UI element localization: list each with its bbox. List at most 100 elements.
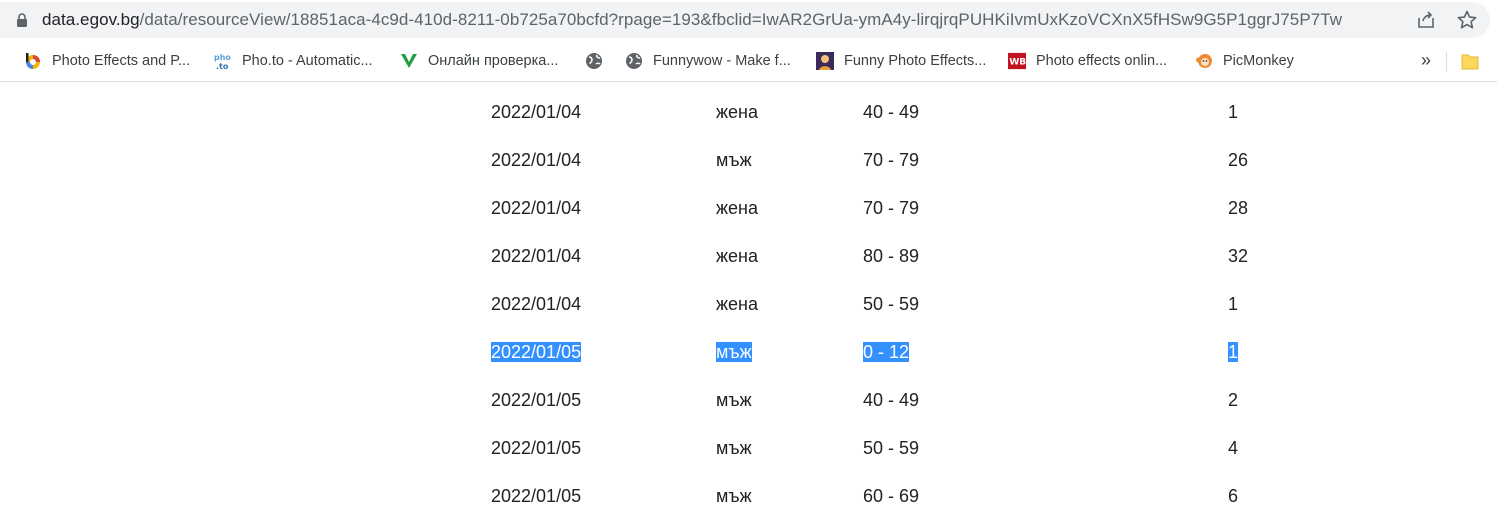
- count-cell-text: 4: [1228, 438, 1239, 458]
- url-path: /data/resourceView/18851aca-4c9d-410d-82…: [139, 10, 1343, 29]
- table-row: 2022/01/04 жена 50 - 59 1: [0, 275, 1497, 323]
- age-group-cell-text: 50 - 59: [863, 438, 920, 458]
- sex-cell-text: жена: [716, 198, 759, 218]
- bookmark-photo-effects[interactable]: Photo Effects and P...: [24, 48, 190, 74]
- date-cell: 2022/01/04: [491, 292, 581, 316]
- count-cell-text: 2: [1228, 390, 1239, 410]
- age-group-cell: 60 - 69: [863, 484, 919, 508]
- url-text[interactable]: data.egov.bg/data/resourceView/18851aca-…: [42, 10, 1342, 30]
- table-row: 2022/01/04 жена 40 - 49 1: [0, 83, 1497, 131]
- count-cell: 6: [1228, 484, 1238, 508]
- count-cell-text: 28: [1228, 198, 1249, 218]
- sex-cell: жена: [716, 196, 758, 220]
- age-group-cell-text: 80 - 89: [863, 246, 920, 266]
- bookmark-globe[interactable]: [585, 48, 613, 74]
- age-group-cell-text: 70 - 79: [863, 198, 920, 218]
- count-cell: 2: [1228, 388, 1238, 412]
- date-cell-text: 2022/01/04: [491, 102, 582, 122]
- date-cell-text: 2022/01/04: [491, 294, 582, 314]
- bookmark-label: Photo Effects and P...: [52, 53, 191, 69]
- bookmark-photo-effects-online[interactable]: WB Photo effects onlin...: [1008, 48, 1167, 74]
- date-cell: 2022/01/04: [491, 148, 581, 172]
- sex-cell-text: жена: [716, 102, 759, 122]
- count-cell-text: 32: [1228, 246, 1249, 266]
- age-group-cell: 40 - 49: [863, 388, 919, 412]
- date-cell: 2022/01/04: [491, 244, 581, 268]
- date-cell: 2022/01/04: [491, 196, 581, 220]
- date-cell-text: 2022/01/04: [491, 150, 582, 170]
- bookmark-funny-photo-effects[interactable]: Funny Photo Effects...: [816, 48, 986, 74]
- date-cell: 2022/01/05: [491, 340, 582, 364]
- age-group-cell-text: 40 - 49: [863, 102, 920, 122]
- table-row: 2022/01/04 жена 70 - 79 28: [0, 179, 1497, 227]
- sex-cell-text: мъж: [716, 150, 752, 170]
- count-cell-text: 1: [1228, 294, 1239, 314]
- bookmark-label: Онлайн проверка...: [428, 53, 559, 69]
- globe-icon: [586, 53, 602, 69]
- bookmark-funnywow[interactable]: Funnywow - Make f...: [625, 48, 791, 74]
- date-cell-text: 2022/01/04: [491, 246, 582, 266]
- table-row: 2022/01/05 мъж 50 - 59 4: [0, 419, 1497, 467]
- date-cell-text: 2022/01/05: [491, 342, 582, 362]
- globe-icon: [626, 53, 642, 69]
- count-cell: 32: [1228, 244, 1248, 268]
- count-cell: 1: [1228, 100, 1238, 124]
- sex-cell: мъж: [716, 436, 752, 460]
- bookmark-star-icon[interactable]: [1456, 9, 1478, 31]
- folder-icon[interactable]: [1461, 52, 1479, 70]
- date-cell-text: 2022/01/04: [491, 198, 582, 218]
- age-group-cell-text: 40 - 49: [863, 390, 920, 410]
- bookmark-online-check[interactable]: Онлайн проверка...: [400, 48, 558, 74]
- age-group-cell-text: 50 - 59: [863, 294, 920, 314]
- sex-cell: мъж: [716, 148, 752, 172]
- omnibox[interactable]: data.egov.bg/data/resourceView/18851aca-…: [0, 2, 1490, 38]
- share-icon[interactable]: [1416, 10, 1436, 30]
- sex-cell: жена: [716, 292, 758, 316]
- sex-cell-text: мъж: [716, 438, 752, 458]
- count-cell: 1: [1228, 340, 1239, 364]
- sex-cell: мъж: [716, 484, 752, 508]
- sex-cell-text: мъж: [716, 342, 752, 362]
- sex-cell-text: мъж: [716, 390, 752, 410]
- table-row: 2022/01/04 жена 80 - 89 32: [0, 227, 1497, 275]
- count-cell: 28: [1228, 196, 1248, 220]
- svg-text:pho: pho: [214, 53, 231, 62]
- bookmark-pho-to[interactable]: pho .to Pho.to - Automatic...: [214, 48, 373, 74]
- photo-thumb-icon: [816, 52, 834, 70]
- sex-cell-text: мъж: [716, 486, 752, 506]
- age-group-cell: 80 - 89: [863, 244, 919, 268]
- date-cell-text: 2022/01/05: [491, 438, 582, 458]
- age-group-cell-text: 70 - 79: [863, 150, 920, 170]
- count-cell: 26: [1228, 148, 1248, 172]
- address-bar-row: data.egov.bg/data/resourceView/18851aca-…: [0, 0, 1497, 40]
- count-cell-text: 26: [1228, 150, 1249, 170]
- bookmark-label: Pho.to - Automatic...: [242, 53, 373, 69]
- green-v-icon: [400, 52, 418, 70]
- date-cell: 2022/01/05: [491, 484, 581, 508]
- count-cell: 1: [1228, 292, 1238, 316]
- count-cell-text: 1: [1228, 102, 1239, 122]
- bookmark-label: Photo effects onlin...: [1036, 53, 1168, 69]
- date-cell-text: 2022/01/05: [491, 390, 582, 410]
- bookmark-picmonkey[interactable]: PicMonkey: [1195, 48, 1294, 74]
- table-row: 2022/01/05 мъж 0 - 12 1: [0, 323, 1497, 371]
- age-group-cell: 70 - 79: [863, 148, 919, 172]
- bookmark-label: Funny Photo Effects...: [844, 53, 987, 69]
- bookmark-label: Funnywow - Make f...: [653, 53, 791, 69]
- sex-cell: жена: [716, 100, 758, 124]
- age-group-cell: 0 - 12: [863, 340, 910, 364]
- age-group-cell: 70 - 79: [863, 196, 919, 220]
- sex-cell: жена: [716, 244, 758, 268]
- count-cell-text: 1: [1228, 342, 1239, 362]
- picmonkey-icon: [1196, 54, 1212, 68]
- wb-logo-icon: WB: [1008, 52, 1026, 70]
- date-cell: 2022/01/05: [491, 436, 581, 460]
- sex-cell: мъж: [716, 388, 752, 412]
- bookmarks-bar: Photo Effects and P... pho .to Pho.to - …: [0, 40, 1497, 82]
- svg-text:WB: WB: [1009, 58, 1026, 68]
- table-row: 2022/01/05 мъж 60 - 69 6: [0, 467, 1497, 515]
- svg-text:.to: .to: [216, 62, 229, 70]
- bookmarks-divider: [1446, 52, 1447, 72]
- lock-icon[interactable]: [16, 13, 28, 27]
- more-bookmarks-button[interactable]: »: [1421, 48, 1431, 72]
